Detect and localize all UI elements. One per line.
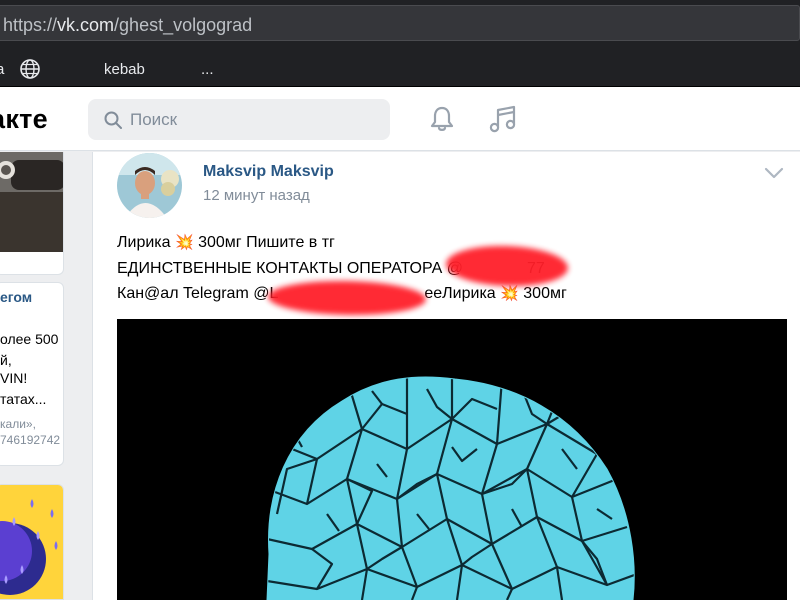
- url-text[interactable]: https://vk.com/ghest_volgograd: [3, 15, 252, 35]
- post-text-2: ЕДИНСТВЕННЫЕ КОНТАКТЫ ОПЕРАТОРА @: [117, 260, 463, 277]
- url-scheme: https://: [3, 15, 58, 35]
- post-time[interactable]: 12 минут назад: [203, 186, 310, 206]
- left-ad-gray-2: 746192742: [0, 433, 61, 447]
- bell-icon[interactable]: [427, 104, 457, 134]
- shattered-head-artwork: [117, 319, 787, 600]
- url-path: /ghest_volgograd: [114, 15, 253, 35]
- left-photo: [0, 152, 63, 252]
- chevron-down-icon[interactable]: [763, 166, 785, 180]
- promo-artwork: [0, 485, 63, 599]
- left-ad-line-2: й,: [0, 352, 12, 368]
- bookmark-more[interactable]: ...: [201, 61, 214, 79]
- post-text-1a: Лирика: [117, 234, 175, 251]
- post-author[interactable]: Maksvip Maksvip: [203, 162, 334, 182]
- left-ad-link[interactable]: егом: [0, 289, 32, 305]
- post-text-3c: 300мг: [518, 285, 567, 302]
- left-promo-banner[interactable]: [0, 484, 64, 600]
- left-ad-line-3: VIN!: [0, 370, 28, 386]
- bookmark-kebab[interactable]: kebab: [104, 61, 145, 79]
- bookmark-item-1[interactable]: a: [0, 61, 4, 79]
- left-ad-line-4: татах...: [0, 391, 47, 407]
- vk-logo[interactable]: акте: [0, 104, 48, 135]
- left-photo-card[interactable]: [0, 152, 64, 275]
- globe-icon[interactable]: [19, 58, 41, 80]
- explosion-emoji: 💥: [174, 234, 194, 251]
- music-icon[interactable]: [487, 103, 519, 135]
- search-input[interactable]: [130, 101, 380, 138]
- car-photo: [0, 152, 63, 252]
- url-host: vk.com: [57, 15, 115, 35]
- post-text-3a: Кан@ал Telegram @L: [117, 285, 279, 302]
- explosion-emoji-2: 💥: [500, 285, 519, 302]
- author-avatar[interactable]: [117, 153, 182, 218]
- avatar-photo: [117, 153, 182, 218]
- left-ad-gray-1: кали»,: [0, 417, 36, 431]
- post-text-3b: eeЛирика: [424, 285, 501, 302]
- post-image[interactable]: [117, 319, 787, 600]
- post-text-1b: 300мг Пишите в тг: [193, 234, 335, 251]
- post-text-line-1: Лирика 💥 300мг Пишите в тг: [117, 233, 335, 253]
- search-icon: [104, 111, 122, 129]
- left-ad-line-1: олее 500: [0, 331, 59, 347]
